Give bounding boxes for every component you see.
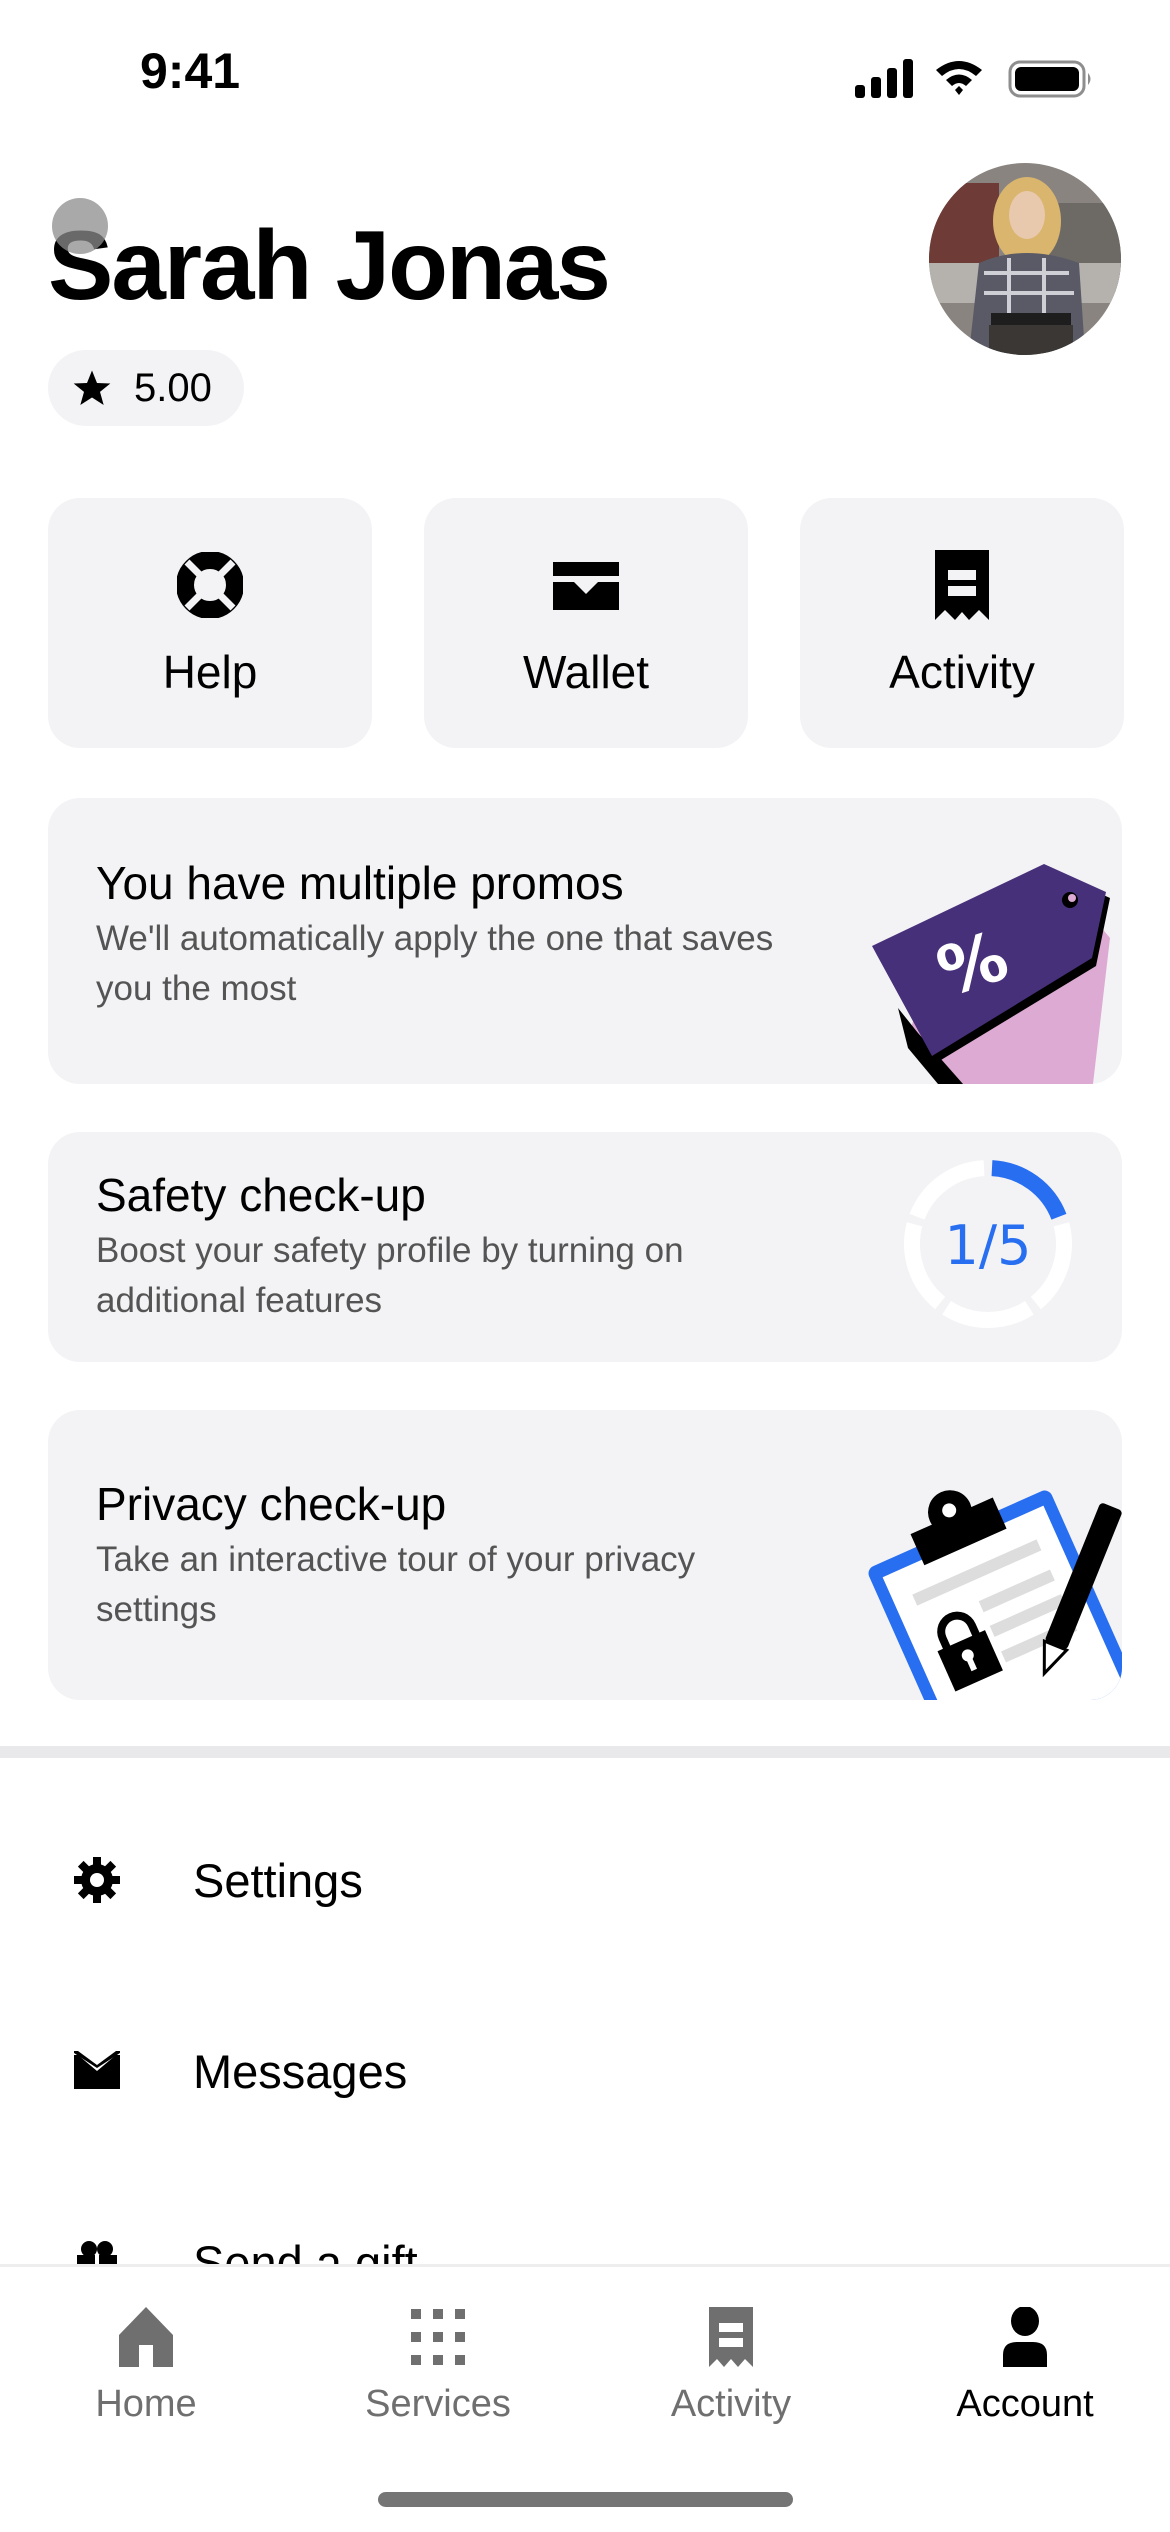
- clipboard-lock-illustration: [848, 1480, 1122, 1700]
- activity-button[interactable]: Activity: [800, 498, 1124, 748]
- receipt-icon: [927, 550, 997, 620]
- lifebuoy-icon: [175, 550, 245, 620]
- tab-services-label: Services: [365, 2383, 511, 2425]
- tab-home[interactable]: Home: [46, 2305, 246, 2426]
- safety-subtitle: Boost your safety profile by turning on …: [96, 1231, 684, 1320]
- person-icon: [993, 2305, 1057, 2369]
- cellular-signal-icon: [855, 59, 913, 98]
- tab-activity-label: Activity: [670, 2383, 792, 2425]
- promos-title: You have multiple promos: [96, 857, 624, 909]
- progress-segment-incomplete: [942, 1300, 1034, 1328]
- gear-icon: [72, 1855, 122, 1905]
- messages-label: Messages: [193, 2044, 408, 2098]
- grid-icon: [406, 2305, 470, 2369]
- battery-icon: [1008, 60, 1091, 98]
- home-indicator[interactable]: [378, 2492, 793, 2507]
- tab-account[interactable]: Account: [925, 2305, 1125, 2426]
- star-icon: [73, 370, 111, 405]
- safety-progress-label: 1/5: [945, 1214, 1032, 1277]
- progress-segment-complete: [991, 1160, 1067, 1220]
- safety-checkup-card[interactable]: Safety check-up Boost your safety profil…: [48, 1132, 1122, 1362]
- tab-account-label: Account: [956, 2383, 1094, 2425]
- privacy-title: Privacy check-up: [96, 1478, 447, 1530]
- rating-value: 5.00: [134, 365, 212, 410]
- menu-item-settings[interactable]: Settings: [0, 1805, 1170, 1955]
- promos-card[interactable]: You have multiple promos We'll automatic…: [48, 798, 1122, 1084]
- home-icon: [114, 2305, 178, 2369]
- progress-segment-incomplete: [1030, 1222, 1072, 1310]
- progress-segment-incomplete: [904, 1222, 946, 1310]
- promos-subtitle: We'll automatically apply the one that s…: [96, 919, 774, 1008]
- help-label: Help: [162, 646, 258, 698]
- profile-name: Sarah Jonas: [48, 210, 611, 320]
- settings-label: Settings: [193, 1853, 363, 1907]
- section-divider: [0, 1746, 1170, 1758]
- wallet-button[interactable]: Wallet: [424, 498, 748, 748]
- rating-badge: 5.00: [48, 350, 244, 426]
- discount-tag-illustration: %: [848, 858, 1122, 1084]
- privacy-checkup-card[interactable]: Privacy check-up Take an interactive tou…: [48, 1410, 1122, 1700]
- help-button[interactable]: Help: [48, 498, 372, 748]
- envelope-icon: [72, 2046, 122, 2096]
- privacy-subtitle: Take an interactive tour of your privacy…: [96, 1540, 696, 1629]
- wallet-label: Wallet: [522, 646, 650, 698]
- wallet-icon: [551, 550, 621, 620]
- menu-item-messages[interactable]: Messages: [0, 1996, 1170, 2146]
- status-icons: [852, 58, 1092, 98]
- wifi-icon: [936, 61, 982, 95]
- status-time: 9:41: [140, 43, 241, 99]
- tab-services[interactable]: Services: [338, 2305, 538, 2426]
- progress-segment-incomplete: [909, 1160, 985, 1220]
- touch-indicator: [52, 198, 108, 254]
- tab-home-label: Home: [95, 2383, 197, 2425]
- activity-label: Activity: [889, 646, 1035, 698]
- safety-title: Safety check-up: [96, 1169, 426, 1221]
- tab-activity[interactable]: Activity: [631, 2305, 831, 2426]
- receipt-icon: [699, 2305, 763, 2369]
- avatar[interactable]: [929, 163, 1121, 355]
- safety-progress-ring: 1/5: [898, 1154, 1078, 1334]
